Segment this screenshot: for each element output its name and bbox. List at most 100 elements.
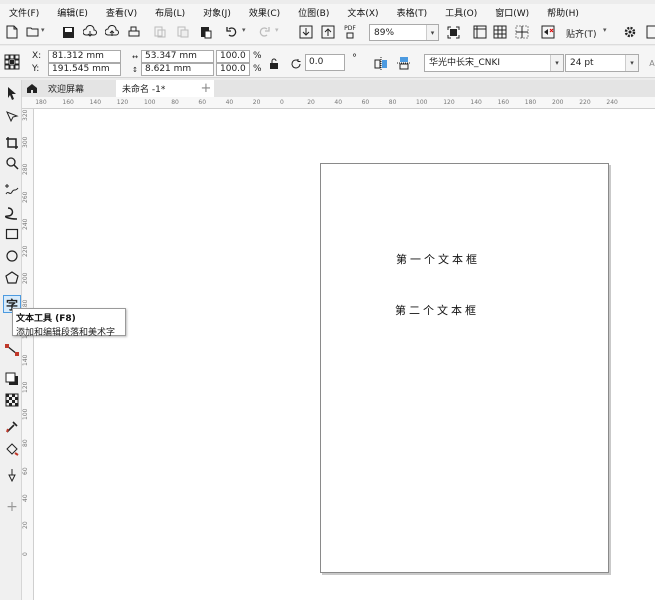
ruler-tick-label: 220: [22, 245, 29, 257]
cloud-upload-icon[interactable]: [104, 24, 120, 40]
font-family-select[interactable]: 华光中长宋_CNKI ▾: [424, 54, 564, 72]
text-tool-tooltip: 文本工具 (F8) 添加和编辑段落和美术字: [12, 308, 126, 338]
menu-table[interactable]: 表格(T): [388, 6, 437, 19]
rectangle-tool-icon[interactable]: [3, 225, 21, 243]
menu-layout[interactable]: 布局(L): [146, 6, 194, 19]
menu-window[interactable]: 窗口(W): [486, 6, 538, 19]
snap-dropdown-icon[interactable]: ▾: [603, 26, 607, 34]
shape-tool-icon[interactable]: [3, 108, 21, 126]
smart-fill-tool-icon[interactable]: [3, 466, 21, 484]
font-list-icon[interactable]: A: [644, 55, 655, 71]
artistic-media-tool-icon[interactable]: [3, 204, 21, 222]
zoom-level-select[interactable]: 89% ▾: [369, 24, 439, 41]
height-field[interactable]: 8.621 mm: [141, 63, 214, 76]
show-guidelines-icon[interactable]: [514, 24, 530, 40]
new-tab-button[interactable]: +: [198, 80, 214, 97]
save-icon[interactable]: [60, 24, 76, 40]
new-document-icon[interactable]: [4, 24, 20, 40]
undo-icon[interactable]: [224, 24, 240, 40]
lock-ratio-icon[interactable]: [266, 56, 282, 72]
add-tool-icon[interactable]: +: [3, 498, 21, 516]
menu-text[interactable]: 文本(X): [338, 6, 387, 19]
ruler-tick-label: 0: [280, 99, 284, 106]
horizontal-ruler[interactable]: 2001801601401201008060402002040608010012…: [22, 97, 655, 109]
zoom-tool-icon[interactable]: [3, 154, 21, 172]
cloud-download-icon[interactable]: [82, 24, 98, 40]
ruler-tick-label: 20: [307, 99, 315, 106]
document-page[interactable]: 第一个文本框 第二个文本框: [320, 163, 609, 573]
ruler-tick-label: 120: [443, 99, 455, 106]
y-position-field[interactable]: 191.545 mm: [48, 63, 121, 76]
menu-file[interactable]: 文件(F): [0, 6, 48, 19]
paste-icon[interactable]: [198, 24, 214, 40]
font-family-value: 华光中长宋_CNKI: [429, 58, 501, 68]
menu-tools[interactable]: 工具(O): [436, 6, 486, 19]
crop-tool-icon[interactable]: [3, 134, 21, 152]
menu-effects[interactable]: 效果(C): [240, 6, 289, 19]
mirror-horizontal-icon[interactable]: [373, 55, 389, 71]
scale-height-field[interactable]: 100.0: [216, 63, 250, 76]
ruler-tick-label: 100: [416, 99, 428, 106]
print-icon[interactable]: [126, 24, 142, 40]
x-position-field[interactable]: 81.312 mm: [48, 50, 121, 63]
scale-width-field[interactable]: 100.0: [216, 50, 250, 63]
drop-shadow-tool-icon[interactable]: [3, 370, 21, 388]
polygon-tool-icon[interactable]: [3, 269, 21, 287]
vertical-ruler[interactable]: 3203002802602402202001801601401201008060…: [22, 109, 34, 600]
import-icon[interactable]: [298, 24, 314, 40]
tooltip-title: 文本工具 (F8): [16, 314, 76, 324]
menu-help[interactable]: 帮助(H): [538, 6, 588, 19]
menu-bitmaps[interactable]: 位图(B): [289, 6, 338, 19]
transparency-tool-icon[interactable]: [3, 391, 21, 409]
zoom-level-value: 89%: [374, 27, 395, 38]
text-frame-2[interactable]: 第二个文本框: [395, 302, 479, 318]
ruler-tick-label: 160: [62, 99, 74, 106]
home-icon: [27, 84, 37, 93]
ellipse-tool-icon[interactable]: [3, 247, 21, 265]
redo-dropdown-icon[interactable]: ▾: [275, 26, 279, 34]
width-field[interactable]: 53.347 mm: [141, 50, 214, 63]
snap-to-icon[interactable]: [540, 24, 556, 40]
freehand-tool-icon[interactable]: [3, 180, 21, 198]
ruler-tick-label: 160: [497, 99, 510, 106]
menu-bar: 文件(F) 编辑(E) 查看(V) 布局(L) 对象(J) 效果(C) 位图(B…: [0, 4, 655, 20]
ruler-tick-label: 100: [22, 408, 29, 421]
ruler-tick-label: 80: [388, 99, 397, 106]
copy-icon[interactable]: [175, 24, 191, 40]
pick-tool-icon[interactable]: [3, 84, 21, 102]
open-folder-icon[interactable]: [25, 24, 41, 40]
undo-dropdown-icon[interactable]: ▾: [242, 26, 246, 34]
mirror-vertical-icon[interactable]: [396, 55, 412, 71]
launcher-icon[interactable]: [643, 24, 655, 40]
cut-icon[interactable]: [152, 24, 168, 40]
interactive-fill-tool-icon[interactable]: [3, 440, 21, 458]
reference-point-icon[interactable]: [4, 54, 20, 70]
show-rulers-icon[interactable]: [472, 24, 488, 40]
eyedropper-tool-icon[interactable]: [3, 418, 21, 436]
publish-pdf-icon[interactable]: PDF: [342, 24, 358, 40]
full-screen-icon[interactable]: [445, 24, 461, 40]
snap-to-menu[interactable]: 贴齐(T): [566, 27, 597, 40]
connector-tool-icon[interactable]: [3, 341, 21, 359]
open-dropdown-icon[interactable]: ▾: [41, 26, 45, 34]
menu-view[interactable]: 查看(V): [97, 6, 146, 19]
ruler-tick-label: 300: [22, 136, 29, 149]
x-label: X:: [32, 51, 42, 61]
menu-object[interactable]: 对象(J): [194, 6, 240, 19]
tab-welcome-label: 欢迎屏幕: [48, 85, 85, 95]
tab-welcome-screen[interactable]: 欢迎屏幕: [22, 80, 116, 97]
ruler-tick-label: 220: [579, 99, 591, 106]
font-size-select[interactable]: 24 pt ▾: [565, 54, 639, 72]
show-grid-icon[interactable]: [492, 24, 508, 40]
options-gear-icon[interactable]: [622, 24, 638, 40]
ruler-tick-label: 0: [22, 552, 29, 557]
rotation-angle-field[interactable]: 0.0: [305, 54, 345, 71]
redo-icon[interactable]: [256, 24, 272, 40]
text-frame-1[interactable]: 第一个文本框: [396, 251, 480, 267]
plus-icon: +: [200, 81, 212, 96]
ruler-tick-label: 260: [22, 191, 29, 203]
export-icon[interactable]: [320, 24, 336, 40]
ruler-tick-label: 40: [22, 494, 29, 502]
menu-edit[interactable]: 编辑(E): [48, 6, 97, 19]
ruler-tick-label: 200: [22, 272, 29, 285]
